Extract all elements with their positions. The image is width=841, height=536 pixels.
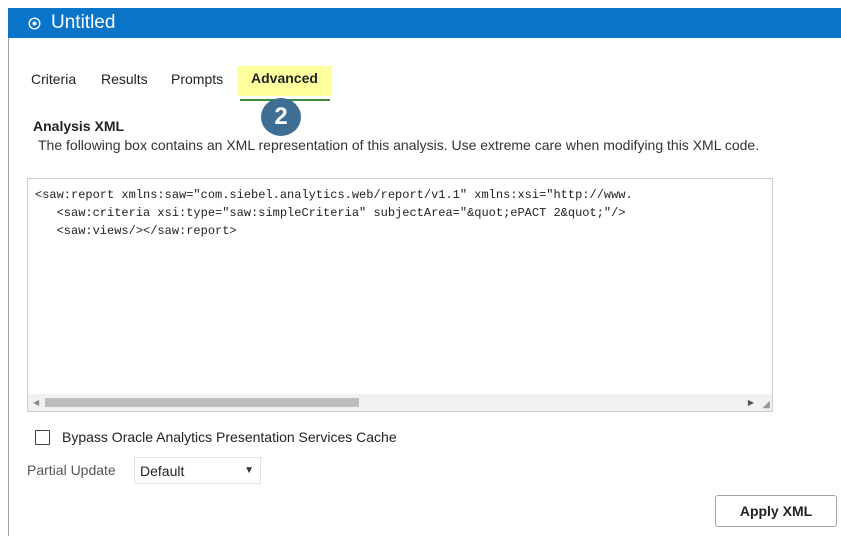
apply-xml-button[interactable]: Apply XML <box>715 495 837 527</box>
tab-criteria[interactable]: Criteria <box>31 68 76 90</box>
tab-advanced[interactable]: Advanced <box>237 66 332 96</box>
scroll-right-arrow-icon[interactable]: ▶ <box>748 398 754 407</box>
partial-update-label: Partial Update <box>27 462 116 478</box>
scrollbar-thumb[interactable] <box>45 398 359 407</box>
xml-line: <saw:criteria xsi:type="saw:simpleCriter… <box>35 206 626 220</box>
xml-editor[interactable]: <saw:report xmlns:saw="com.siebel.analyt… <box>27 178 773 412</box>
section-description: The following box contains an XML repres… <box>38 137 760 153</box>
partial-update-select[interactable]: Default ▼ <box>134 457 261 484</box>
xml-line: <saw:report xmlns:saw="com.siebel.analyt… <box>35 188 633 202</box>
bypass-cache-label: Bypass Oracle Analytics Presentation Ser… <box>62 429 397 445</box>
resize-grip-icon[interactable]: ◢ <box>762 399 770 410</box>
window-titlebar: Untitled <box>8 8 841 38</box>
partial-update-value: Default <box>140 462 185 479</box>
xml-line: <saw:views/></saw:report> <box>35 224 237 238</box>
scroll-left-arrow-icon[interactable]: ◀ <box>33 398 39 407</box>
tab-prompts[interactable]: Prompts <box>171 68 223 90</box>
step-badge: 2 <box>261 98 301 136</box>
horizontal-scrollbar[interactable]: ◀ ▶ ◢ <box>28 394 772 411</box>
left-border <box>8 38 9 536</box>
tab-results[interactable]: Results <box>101 68 148 90</box>
bypass-cache-row: Bypass Oracle Analytics Presentation Ser… <box>35 429 397 445</box>
window-title: Untitled <box>51 12 116 33</box>
caret-down-icon: ▼ <box>244 465 254 476</box>
target-icon <box>28 16 41 30</box>
section-title: Analysis XML <box>33 118 125 134</box>
bypass-cache-checkbox[interactable] <box>35 429 50 445</box>
